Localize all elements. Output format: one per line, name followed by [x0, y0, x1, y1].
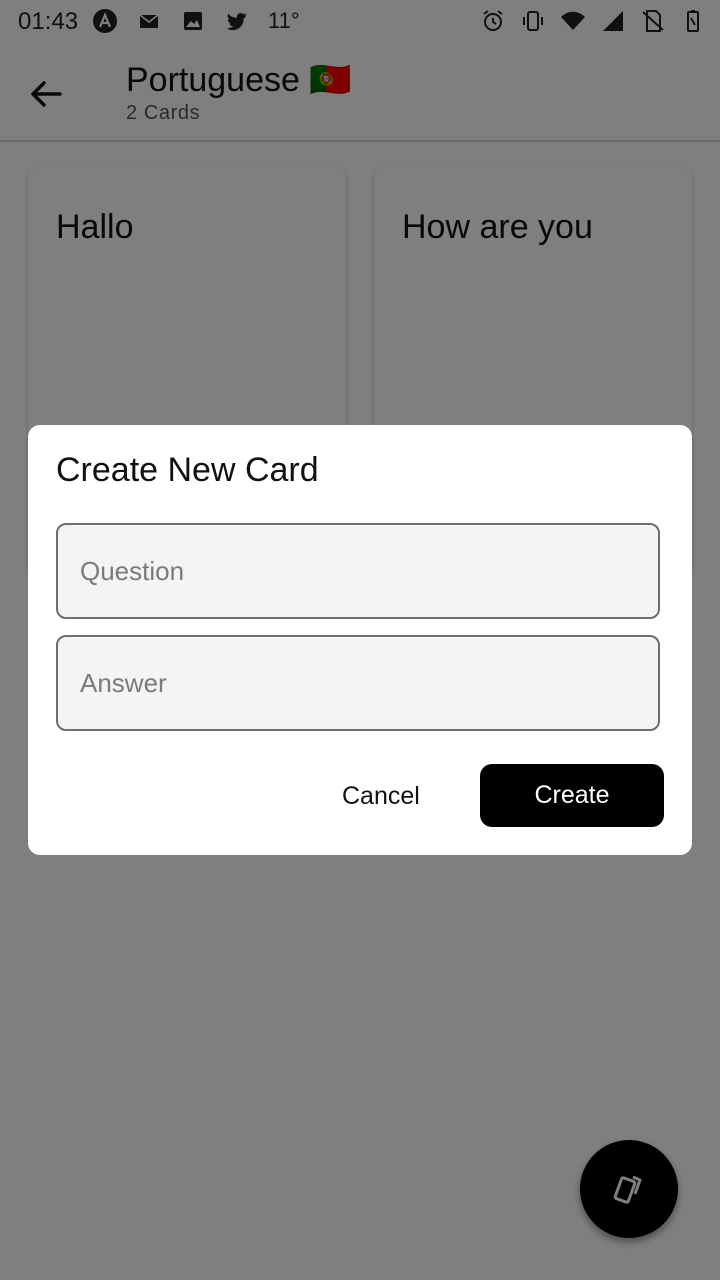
create-button[interactable]: Create — [480, 764, 664, 827]
answer-field[interactable] — [56, 635, 660, 731]
create-card-dialog: Create New Card Cancel Create — [28, 425, 692, 855]
question-input[interactable] — [58, 525, 658, 617]
dialog-title: Create New Card — [56, 451, 319, 489]
answer-input[interactable] — [58, 637, 658, 729]
question-field[interactable] — [56, 523, 660, 619]
cancel-button[interactable]: Cancel — [342, 782, 420, 811]
